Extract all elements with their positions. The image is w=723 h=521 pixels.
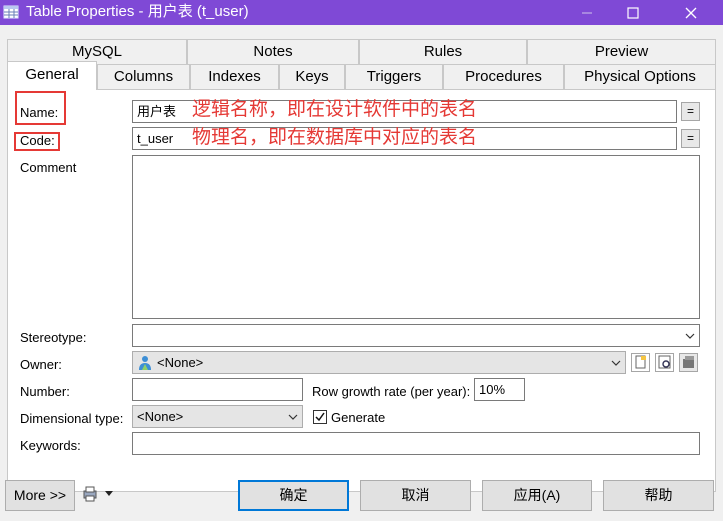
table-icon	[3, 5, 19, 19]
printer-icon	[83, 486, 97, 502]
apply-button[interactable]: 应用(A)	[482, 480, 592, 511]
tab-columns[interactable]: Columns	[97, 64, 190, 89]
code-label: Code:	[20, 133, 55, 148]
maximize-button[interactable]	[610, 0, 656, 25]
tab-triggers[interactable]: Triggers	[345, 64, 443, 89]
new-document-icon	[635, 355, 646, 369]
comment-label: Comment	[20, 160, 77, 175]
new-owner-button[interactable]	[631, 353, 650, 372]
chevron-down-icon	[288, 414, 298, 420]
row-growth-label: Row growth rate (per year):	[312, 384, 471, 399]
dropdown-arrow-icon	[105, 491, 113, 496]
keywords-input[interactable]	[132, 432, 700, 455]
owner-select-button[interactable]	[679, 353, 698, 372]
general-panel: Name: 用户表 逻辑名称，即在设计软件中的表名 = Code: t_user…	[7, 89, 716, 492]
name-annotation: 逻辑名称，即在设计软件中的表名	[192, 99, 478, 120]
more-button[interactable]: More >>	[5, 480, 75, 511]
comment-textarea[interactable]	[132, 155, 700, 319]
tab-notes[interactable]: Notes	[187, 39, 359, 64]
properties-icon	[658, 355, 671, 369]
name-value: 用户表	[137, 104, 177, 119]
tab-procedures[interactable]: Procedures	[443, 64, 564, 89]
tab-preview[interactable]: Preview	[527, 39, 716, 64]
owner-label: Owner:	[20, 357, 62, 372]
dimensional-type-label: Dimensional type:	[20, 411, 124, 426]
window-title: Table Properties - 用户表 (t_user)	[26, 3, 249, 20]
user-icon	[139, 356, 151, 370]
print-menu-button[interactable]	[82, 486, 118, 504]
minimize-button[interactable]	[564, 0, 610, 25]
close-button[interactable]	[668, 0, 714, 25]
name-label: Name:	[20, 105, 59, 120]
cancel-button[interactable]: 取消	[360, 480, 471, 511]
maximize-icon	[627, 6, 639, 19]
dialog-client: MySQL Notes Rules Preview General Column…	[0, 25, 723, 521]
ok-button[interactable]: 确定	[238, 480, 349, 511]
close-icon	[685, 7, 697, 18]
chevron-down-icon	[611, 360, 621, 366]
tab-indexes[interactable]: Indexes	[190, 64, 279, 89]
tab-rules[interactable]: Rules	[359, 39, 527, 64]
tab-physical-options[interactable]: Physical Options	[564, 64, 716, 89]
stereotype-combo[interactable]	[132, 324, 700, 347]
folder-icon	[683, 356, 694, 368]
code-sync-button[interactable]: =	[681, 129, 700, 148]
checkmark-icon	[315, 412, 325, 422]
tab-keys[interactable]: Keys	[279, 64, 345, 89]
stereotype-label: Stereotype:	[20, 330, 87, 345]
number-label: Number:	[20, 384, 70, 399]
number-input[interactable]	[132, 378, 303, 401]
code-value: t_user	[137, 131, 174, 146]
minimize-icon	[582, 12, 592, 13]
help-button[interactable]: 帮助	[603, 480, 714, 511]
name-code-sync-button[interactable]: =	[681, 102, 700, 121]
generate-label: Generate	[331, 410, 386, 425]
keywords-label: Keywords:	[20, 438, 81, 453]
generate-checkbox[interactable]	[313, 410, 327, 424]
dimensional-type-value: <None>	[137, 409, 184, 424]
chevron-down-icon	[685, 333, 695, 339]
owner-value: <None>	[157, 355, 204, 370]
row-growth-value: 10%	[479, 382, 506, 397]
dimensional-type-combo[interactable]: <None>	[132, 405, 303, 428]
row-growth-input[interactable]: 10%	[474, 378, 525, 401]
title-bar: Table Properties - 用户表 (t_user)	[0, 0, 723, 25]
code-annotation: 物理名，即在数据库中对应的表名	[192, 127, 478, 148]
owner-combo[interactable]: <None>	[132, 351, 626, 374]
tab-general[interactable]: General	[7, 61, 97, 90]
owner-properties-button[interactable]	[655, 353, 674, 372]
